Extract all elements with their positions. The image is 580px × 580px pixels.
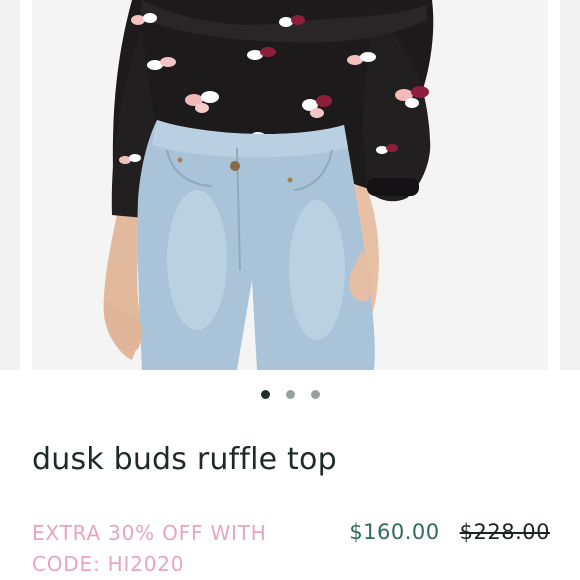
current-price: $160.00 xyxy=(349,520,440,544)
promo-code-link[interactable]: EXTRA 30% OFF WITH CODE: HI2020 xyxy=(32,518,302,580)
product-image-carousel[interactable] xyxy=(0,0,580,372)
carousel-dot-2[interactable] xyxy=(285,390,295,399)
carousel-dot-3[interactable] xyxy=(310,390,320,399)
original-price: $228.00 xyxy=(459,520,550,544)
price-row: $160.00 $228.00 xyxy=(349,520,550,544)
previous-slide-peek[interactable] xyxy=(0,0,20,370)
product-title: dusk buds ruffle top xyxy=(32,442,337,477)
product-page: dusk buds ruffle top EXTRA 30% OFF WITH … xyxy=(0,0,580,580)
product-photo-illustration xyxy=(32,0,548,370)
next-slide-peek[interactable] xyxy=(560,0,580,370)
product-image[interactable] xyxy=(32,0,548,370)
carousel-pagination xyxy=(0,390,580,402)
carousel-dot-1[interactable] xyxy=(260,390,270,399)
